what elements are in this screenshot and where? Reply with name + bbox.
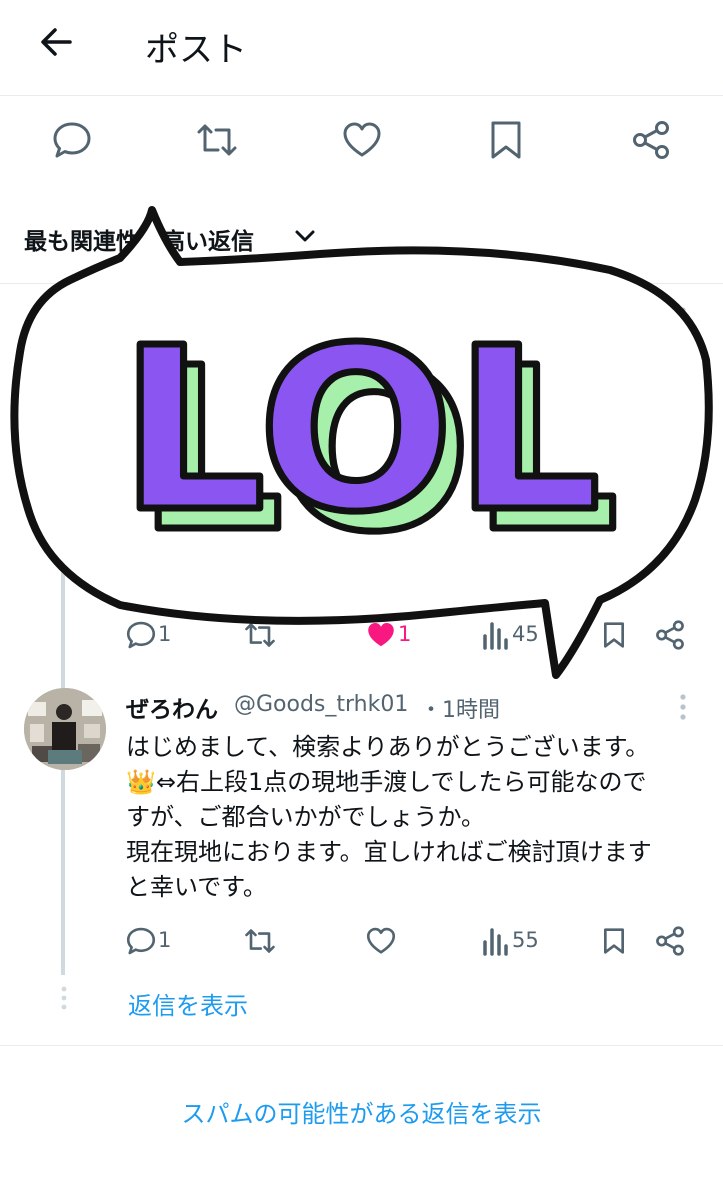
reply-views-button[interactable]	[482, 926, 508, 956]
more-options-icon[interactable]	[679, 693, 687, 725]
share-icon	[633, 121, 669, 159]
like-button[interactable]	[342, 120, 382, 160]
like-icon	[343, 122, 381, 157]
bookmark-icon	[604, 928, 624, 954]
reply-reply-button[interactable]	[126, 926, 156, 956]
reply-views-count: 55	[512, 928, 539, 952]
reply-time: ・1時間	[420, 698, 500, 723]
bookmark-icon	[491, 121, 521, 159]
reply-line: すが、ご都合いかがでしょうか。	[126, 803, 486, 831]
thread-dots-icon	[60, 986, 68, 1014]
thread-divider	[0, 1045, 723, 1046]
back-button[interactable]	[36, 22, 76, 62]
reply-line: と幸いです。	[126, 873, 267, 901]
reply-line: はじめまして、検索よりありがとうございます。	[126, 733, 650, 761]
reply-text: はじめまして、検索よりありがとうございます。 👑⇔右上段1点の現地手渡しでしたら…	[126, 730, 706, 905]
avatar[interactable]	[24, 688, 106, 770]
reply-bookmark-button[interactable]	[602, 926, 626, 956]
lol-main-text: LOL	[119, 300, 601, 562]
reply-author-handle[interactable]: @Goods_trhk01	[234, 692, 408, 717]
like-icon	[366, 927, 396, 954]
reply-author-name[interactable]: ぜろわん	[126, 690, 218, 724]
comment-icon	[126, 927, 156, 955]
show-spam-replies-link[interactable]: スパムの可能性がある返信を表示	[0, 1094, 723, 1129]
repost-button[interactable]	[196, 120, 238, 160]
reply-button[interactable]	[52, 120, 92, 160]
views-icon	[483, 928, 508, 956]
show-replies-link[interactable]: 返信を表示	[128, 986, 248, 1021]
reply-share-button[interactable]	[654, 925, 686, 957]
comment-icon	[53, 122, 91, 158]
repost-icon	[197, 124, 237, 156]
header-divider	[0, 95, 723, 96]
page-title: ポスト	[145, 30, 247, 70]
share-icon	[656, 926, 684, 956]
reply-line: 👑⇔右上段1点の現地手渡しでしたら可能なので	[126, 768, 647, 796]
repost-icon	[245, 929, 275, 953]
reply-line: 現在現地におります。宜しければご検討頂けます	[126, 838, 652, 866]
reply-reply-count: 1	[158, 928, 172, 952]
lol-sticker: LOL LOL	[10, 206, 713, 679]
arrow-left-icon	[41, 28, 72, 56]
lol-letters: LOL LOL	[116, 297, 623, 586]
reply-repost-button[interactable]	[244, 926, 276, 956]
bookmark-button[interactable]	[488, 120, 524, 160]
share-button[interactable]	[630, 119, 672, 161]
reply-like-button[interactable]	[366, 926, 396, 956]
